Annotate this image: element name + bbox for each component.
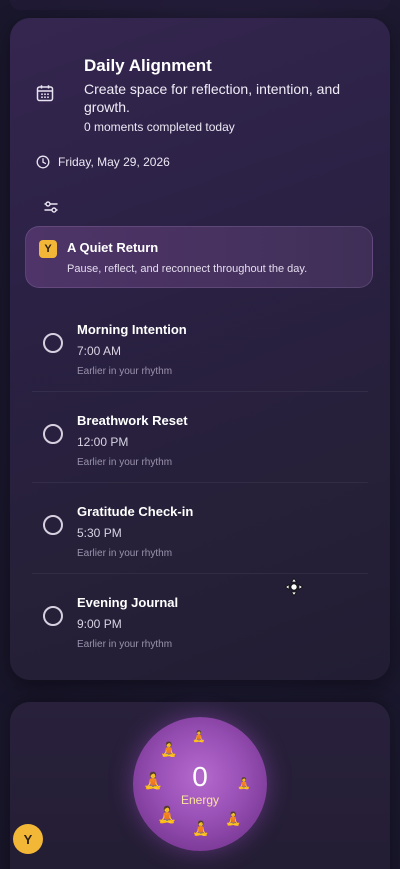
moment-note: Earlier in your rhythm (77, 457, 173, 468)
completed-count: 0 moments completed today (84, 120, 235, 134)
moment-note: Earlier in your rhythm (77, 548, 173, 559)
app-page: Daily Alignment Create space for reflect… (0, 0, 400, 869)
energy-orb[interactable]: 🧘 🧘 🧘 🧘 🧘 🧘 🧘 0 Energy (133, 717, 267, 851)
moment-checkbox[interactable] (43, 424, 63, 444)
quiet-return-banner[interactable]: Y A Quiet Return Pause, reflect, and rec… (25, 226, 373, 288)
page-subtitle: Create space for reflection, intention, … (84, 81, 341, 115)
moment-title: Breathwork Reset (77, 413, 188, 428)
moment-checkbox[interactable] (43, 515, 63, 535)
filter-button[interactable] (40, 196, 62, 218)
moment-note: Earlier in your rhythm (77, 639, 173, 650)
user-avatar[interactable]: Y (13, 824, 43, 854)
meditation-icon: 🧘 (157, 807, 177, 824)
clock-icon (36, 155, 50, 169)
energy-value: 0 (192, 761, 208, 792)
meditation-icon: 🧘 (192, 731, 206, 743)
date-label: Friday, May 29, 2026 (58, 155, 170, 169)
banner-title: A Quiet Return (67, 240, 159, 255)
energy-card: 🧘 🧘 🧘 🧘 🧘 🧘 🧘 0 Energy (10, 702, 390, 869)
moment-time: 12:00 PM (77, 435, 129, 449)
moment-time: 5:30 PM (77, 526, 122, 540)
moment-checkbox[interactable] (43, 606, 63, 626)
moment-item[interactable]: Breathwork Reset 12:00 PM Earlier in you… (32, 399, 368, 483)
banner-description: Pause, reflect, and reconnect throughout… (67, 263, 308, 275)
moment-item[interactable]: Gratitude Check-in 5:30 PM Earlier in yo… (32, 490, 368, 574)
calendar-icon (36, 85, 54, 102)
moment-title: Evening Journal (77, 595, 179, 610)
meditation-icon: 🧘 (225, 811, 242, 826)
moment-item[interactable]: Morning Intention 7:00 AM Earlier in you… (32, 308, 368, 392)
meditation-icon: 🧘 (192, 820, 210, 836)
daily-alignment-card: Daily Alignment Create space for reflect… (10, 18, 390, 680)
moment-time: 7:00 AM (77, 344, 122, 358)
sliders-icon (44, 201, 58, 213)
moment-time: 9:00 PM (77, 617, 122, 631)
page-title: Daily Alignment (84, 56, 212, 75)
energy-label: Energy (180, 793, 220, 807)
date-selector[interactable]: Friday, May 29, 2026 (36, 155, 170, 169)
moment-checkbox[interactable] (43, 333, 63, 353)
previous-card-edge (10, 0, 390, 10)
moment-title: Morning Intention (77, 322, 187, 337)
banner-badge: Y (39, 240, 57, 258)
meditation-icon: 🧘 (160, 741, 178, 757)
moment-note: Earlier in your rhythm (77, 366, 173, 377)
move-cursor-icon (285, 578, 303, 596)
moment-title: Gratitude Check-in (77, 504, 194, 519)
moment-item[interactable]: Evening Journal 9:00 PM Earlier in your … (32, 581, 368, 665)
